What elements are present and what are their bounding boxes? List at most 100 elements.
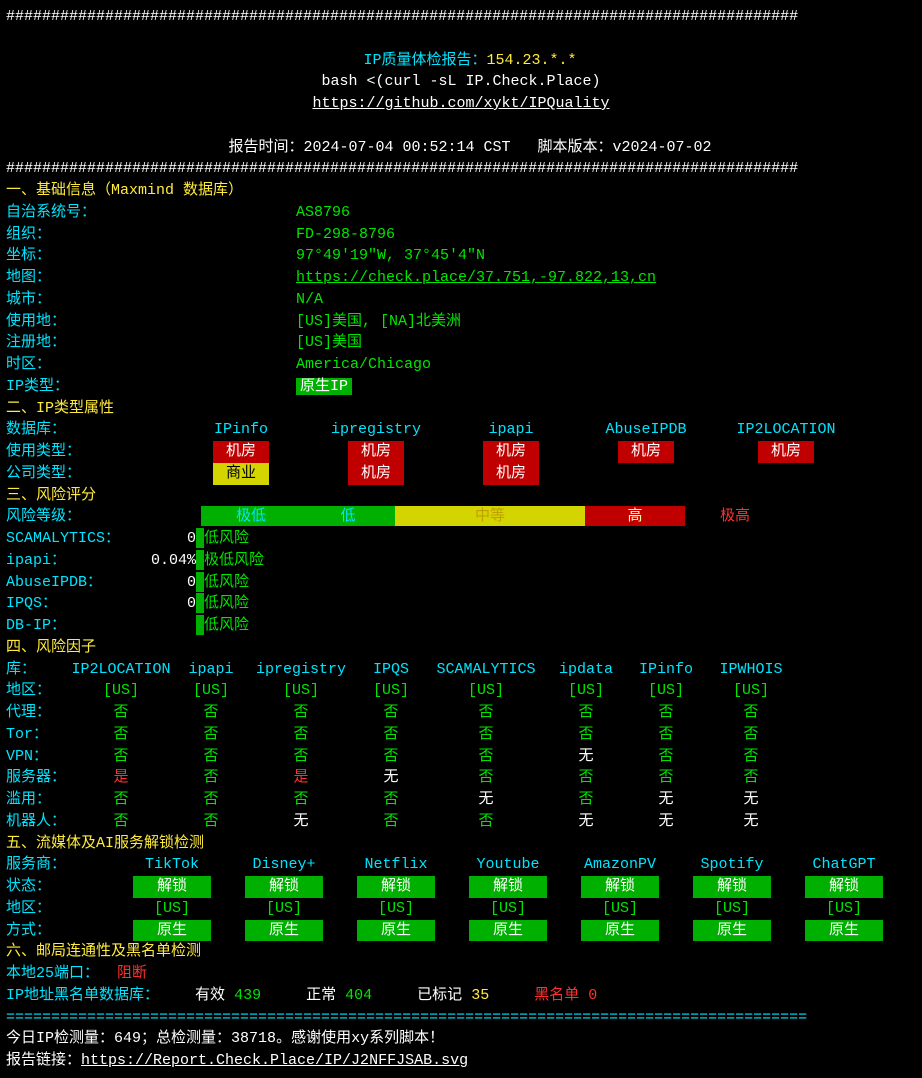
risk-row: AbuseIPDB：0 低风险 — [6, 572, 916, 594]
db-col: IP2LOCATION — [716, 419, 856, 441]
region-cell: [US] — [452, 898, 564, 920]
report-time-label: 报告时间： — [228, 139, 303, 156]
separator: ========================================… — [6, 1007, 916, 1029]
github-row: https://github.com/xykt/IPQuality — [6, 93, 916, 115]
title-row: IP质量体检报告：154.23.*.* — [6, 28, 916, 72]
factor-col: ipdata — [546, 659, 626, 681]
risk-level-bar: 风险等级：极低低中等高极高 — [6, 506, 916, 528]
factor-cell: 否 — [546, 702, 626, 724]
factor-row: VPN：否否否否否无否否 — [6, 746, 916, 768]
db-header-row: 数据库：IPinfoipregistryipapiAbuseIPDBIP2LOC… — [6, 419, 916, 441]
factor-cell: 否 — [546, 724, 626, 746]
method-badge: 原生 — [245, 920, 323, 942]
factor-header: 库：IP2LOCATIONipapiipregistryIPQSSCAMALYT… — [6, 659, 916, 681]
map-link[interactable]: https://check.place/37.751,-97.822,13,cn — [296, 269, 656, 286]
factor-cell: 否 — [626, 702, 706, 724]
basic-asn: 自治系统号：AS8796 — [6, 202, 916, 224]
method-badge: 原生 — [133, 920, 211, 942]
factor-col: SCAMALYTICS — [426, 659, 546, 681]
factor-col: IP2LOCATION — [66, 659, 176, 681]
factor-cell: 否 — [426, 702, 546, 724]
method-badge: 原生 — [357, 920, 435, 942]
sec1-title: 一、基础信息（Maxmind 数据库） — [6, 180, 916, 202]
sec6-title: 六、邮局连通性及黑名单检测 — [6, 941, 916, 963]
status-row: 状态：解锁解锁解锁解锁解锁解锁解锁 — [6, 876, 916, 898]
factor-cell: 否 — [546, 789, 626, 811]
factor-cell: 否 — [356, 789, 426, 811]
factor-cell: 否 — [176, 724, 246, 746]
risk-row: SCAMALYTICS：0 低风险 — [6, 528, 916, 550]
status-badge: 解锁 — [357, 876, 435, 898]
status-badge: 解锁 — [469, 876, 547, 898]
factor-cell: 否 — [356, 811, 426, 833]
region-cell: [US] — [564, 898, 676, 920]
company-badge: 商业 — [213, 463, 269, 485]
status-badge: 解锁 — [805, 876, 883, 898]
factor-cell: 否 — [626, 767, 706, 789]
svc-col: Disney+ — [228, 854, 340, 876]
port-row: 本地25端口： 阻断 — [6, 963, 916, 985]
factor-cell: 无 — [626, 811, 706, 833]
sec5-title: 五、流媒体及AI服务解锁检测 — [6, 833, 916, 855]
footer-stats: 今日IP检测量：649；总检测量：38718。感谢使用xy系列脚本！ — [6, 1028, 916, 1050]
svc-col: AmazonPV — [564, 854, 676, 876]
basic-iptype: IP类型：原生IP — [6, 376, 916, 398]
factor-cell: 否 — [176, 746, 246, 768]
status-badge: 解锁 — [245, 876, 323, 898]
basic-map: 地图：https://check.place/37.751,-97.822,13… — [6, 267, 916, 289]
method-badge: 原生 — [805, 920, 883, 942]
github-link[interactable]: https://github.com/xykt/IPQuality — [312, 95, 609, 112]
basic-city: 城市：N/A — [6, 289, 916, 311]
factor-cell: 否 — [176, 767, 246, 789]
factor-cell: 否 — [176, 789, 246, 811]
method-badge: 原生 — [581, 920, 659, 942]
risk-row: IPQS：0 低风险 — [6, 593, 916, 615]
footer-link: 报告链接：https://Report.Check.Place/IP/J2NFF… — [6, 1050, 916, 1072]
factor-col: IPinfo — [626, 659, 706, 681]
factor-cell: 否 — [426, 811, 546, 833]
company-badge: 机房 — [483, 463, 539, 485]
basic-use: 使用地：[US]美国, [NA]北美洲 — [6, 311, 916, 333]
usage-row: 使用类型：机房机房机房机房机房 — [6, 441, 916, 463]
usage-badge: 机房 — [348, 441, 404, 463]
basic-reg: 注册地：[US]美国 — [6, 332, 916, 354]
report-time: 2024-07-04 00:52:14 CST — [303, 139, 510, 156]
basic-coord: 坐标：97°49′19″W, 37°45′4″N — [6, 245, 916, 267]
factor-cell: 否 — [356, 724, 426, 746]
factor-cell: [US] — [176, 680, 246, 702]
company-row: 公司类型：商业机房机房 — [6, 463, 916, 485]
method-badge: 原生 — [693, 920, 771, 942]
factor-cell: 无 — [246, 811, 356, 833]
factor-cell: 无 — [706, 811, 796, 833]
basic-org: 组织：FD-298-8796 — [6, 224, 916, 246]
region-cell: [US] — [116, 898, 228, 920]
sec4-title: 四、风险因子 — [6, 637, 916, 659]
sec3-title: 三、风险评分 — [6, 485, 916, 507]
factor-cell: 否 — [426, 724, 546, 746]
factor-cell: 否 — [546, 767, 626, 789]
risk-row: ipapi：0.04% 极低风险 — [6, 550, 916, 572]
factor-cell: 否 — [356, 702, 426, 724]
factor-cell: 无 — [626, 789, 706, 811]
factor-cell: 无 — [426, 789, 546, 811]
factor-cell: 否 — [176, 702, 246, 724]
usage-badge: 机房 — [618, 441, 674, 463]
factor-cell: [US] — [546, 680, 626, 702]
factor-cell: 否 — [246, 746, 356, 768]
factor-cell: 否 — [66, 746, 176, 768]
factor-cell: 否 — [176, 811, 246, 833]
factor-cell: 否 — [426, 746, 546, 768]
sec2-title: 二、IP类型属性 — [6, 398, 916, 420]
factor-cell: [US] — [706, 680, 796, 702]
factor-col: IPQS — [356, 659, 426, 681]
factor-row: 代理：否否否否否否否否 — [6, 702, 916, 724]
method-badge: 原生 — [469, 920, 547, 942]
method-row: 方式：原生原生原生原生原生原生原生 — [6, 920, 916, 942]
factor-row: 滥用：否否否否无否无无 — [6, 789, 916, 811]
factor-cell: 否 — [626, 746, 706, 768]
factor-cell: 无 — [706, 789, 796, 811]
report-link[interactable]: https://Report.Check.Place/IP/J2NFFJSAB.… — [81, 1052, 468, 1069]
factor-row: 机器人：否否无否否无无无 — [6, 811, 916, 833]
svc-col: ChatGPT — [788, 854, 900, 876]
factor-cell: 否 — [426, 767, 546, 789]
